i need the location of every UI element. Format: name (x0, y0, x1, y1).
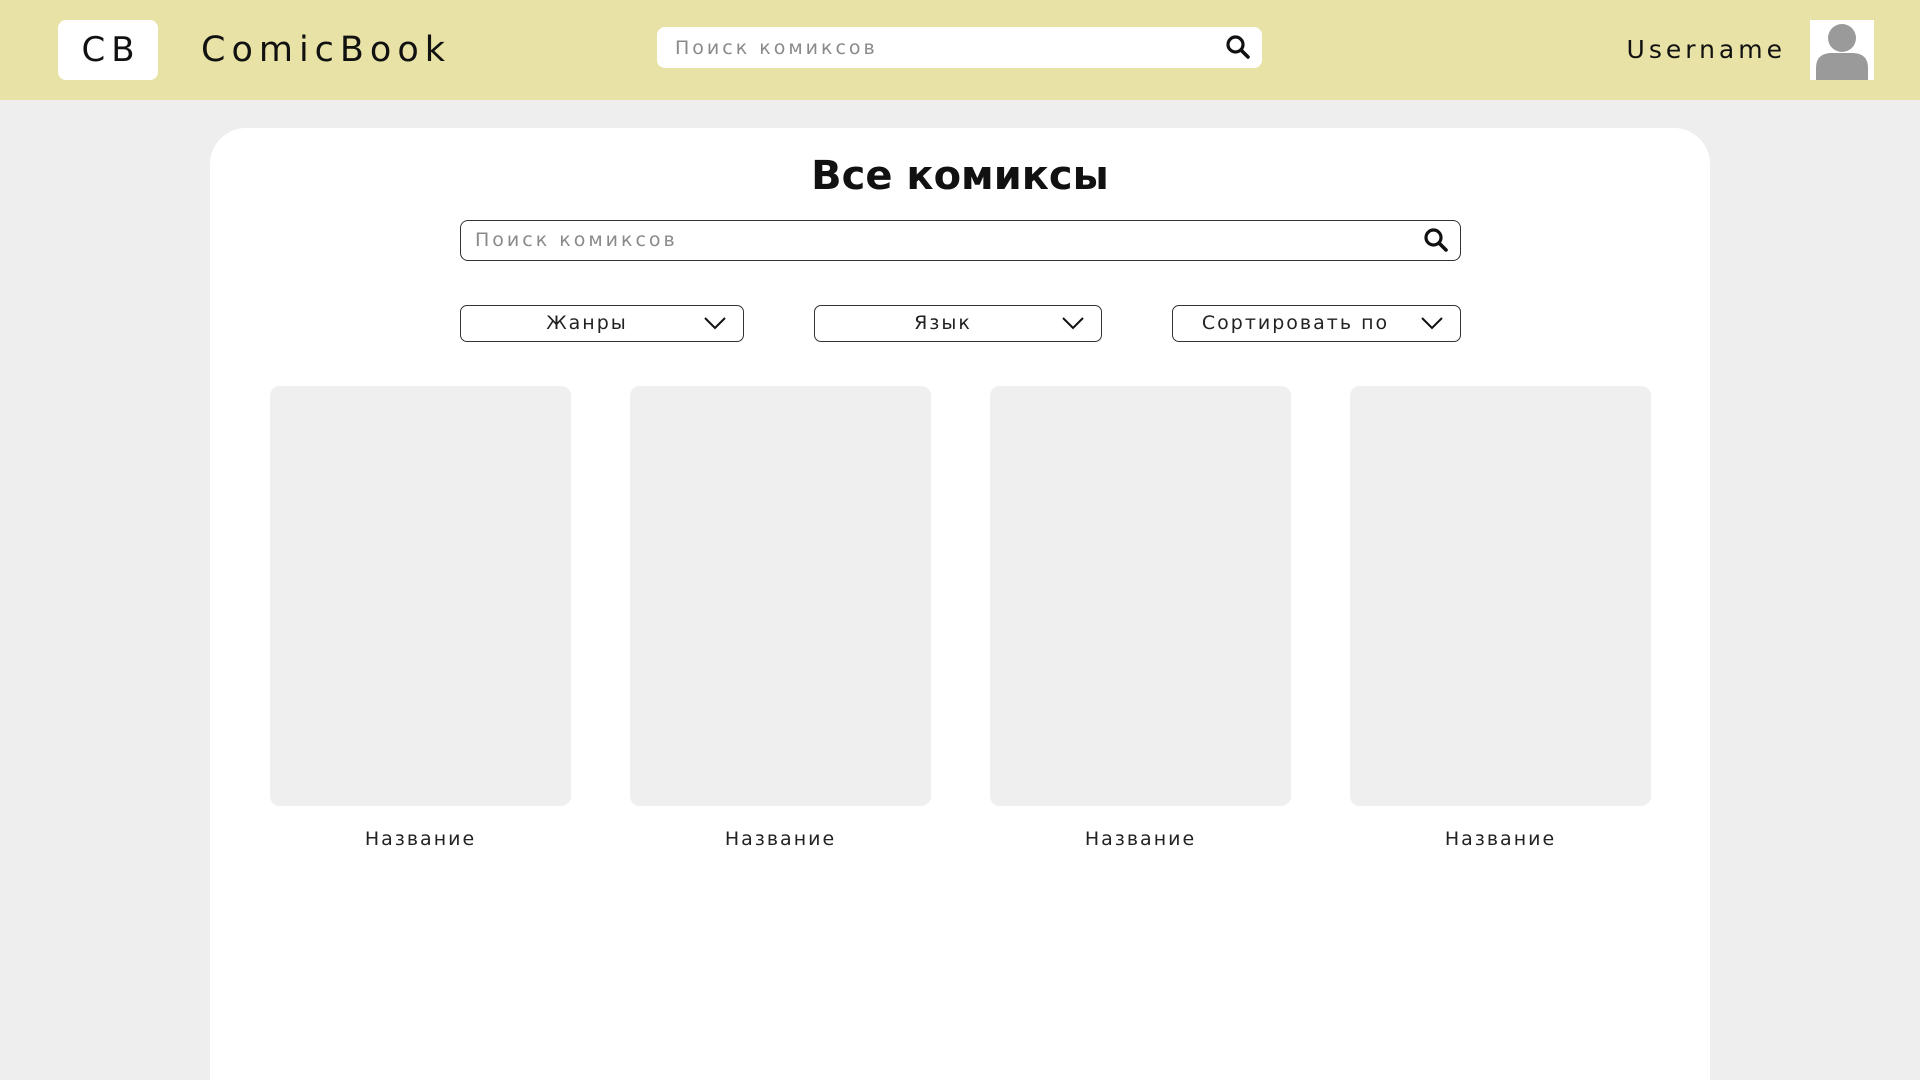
comic-card[interactable]: Название (270, 386, 571, 852)
comic-cover[interactable] (990, 386, 1291, 806)
comic-cover[interactable] (1350, 386, 1651, 806)
logo[interactable]: CB (58, 20, 158, 80)
brand-name[interactable]: ComicBook (201, 26, 451, 74)
chevron-down-icon (704, 317, 726, 330)
sort-dropdown[interactable]: Сортировать по (1172, 305, 1461, 342)
content-panel: Все комиксы Жанры Язык Сортировать по На… (210, 128, 1710, 1080)
comic-cover[interactable] (270, 386, 571, 806)
comic-cover[interactable] (630, 386, 931, 806)
search-icon[interactable] (1224, 33, 1252, 61)
genres-dropdown[interactable]: Жанры (460, 305, 744, 342)
catalog-search-input[interactable] (475, 221, 1405, 259)
username[interactable]: Username (1627, 30, 1786, 70)
comic-title[interactable]: Название (270, 826, 571, 852)
comic-card[interactable]: Название (990, 386, 1291, 852)
language-dropdown[interactable]: Язык (814, 305, 1102, 342)
comic-title[interactable]: Название (630, 826, 931, 852)
language-dropdown-label: Язык (914, 312, 972, 334)
comic-title[interactable]: Название (1350, 826, 1651, 852)
top-bar: CB ComicBook Username (0, 0, 1920, 100)
logo-text: CB (81, 30, 141, 70)
comic-card[interactable]: Название (630, 386, 931, 852)
avatar[interactable] (1810, 20, 1874, 80)
chevron-down-icon (1421, 317, 1443, 330)
comic-title[interactable]: Название (990, 826, 1291, 852)
genres-dropdown-label: Жанры (546, 312, 628, 334)
header-search-input[interactable] (675, 27, 1215, 68)
comic-card[interactable]: Название (1350, 386, 1651, 852)
search-icon[interactable] (1422, 226, 1450, 254)
user-avatar-icon (1816, 24, 1868, 80)
chevron-down-icon (1062, 317, 1084, 330)
sort-dropdown-label: Сортировать по (1201, 312, 1390, 334)
header-search-bar (657, 27, 1262, 68)
catalog-search-bar (460, 220, 1461, 261)
page-title: Все комиксы (811, 153, 1109, 199)
